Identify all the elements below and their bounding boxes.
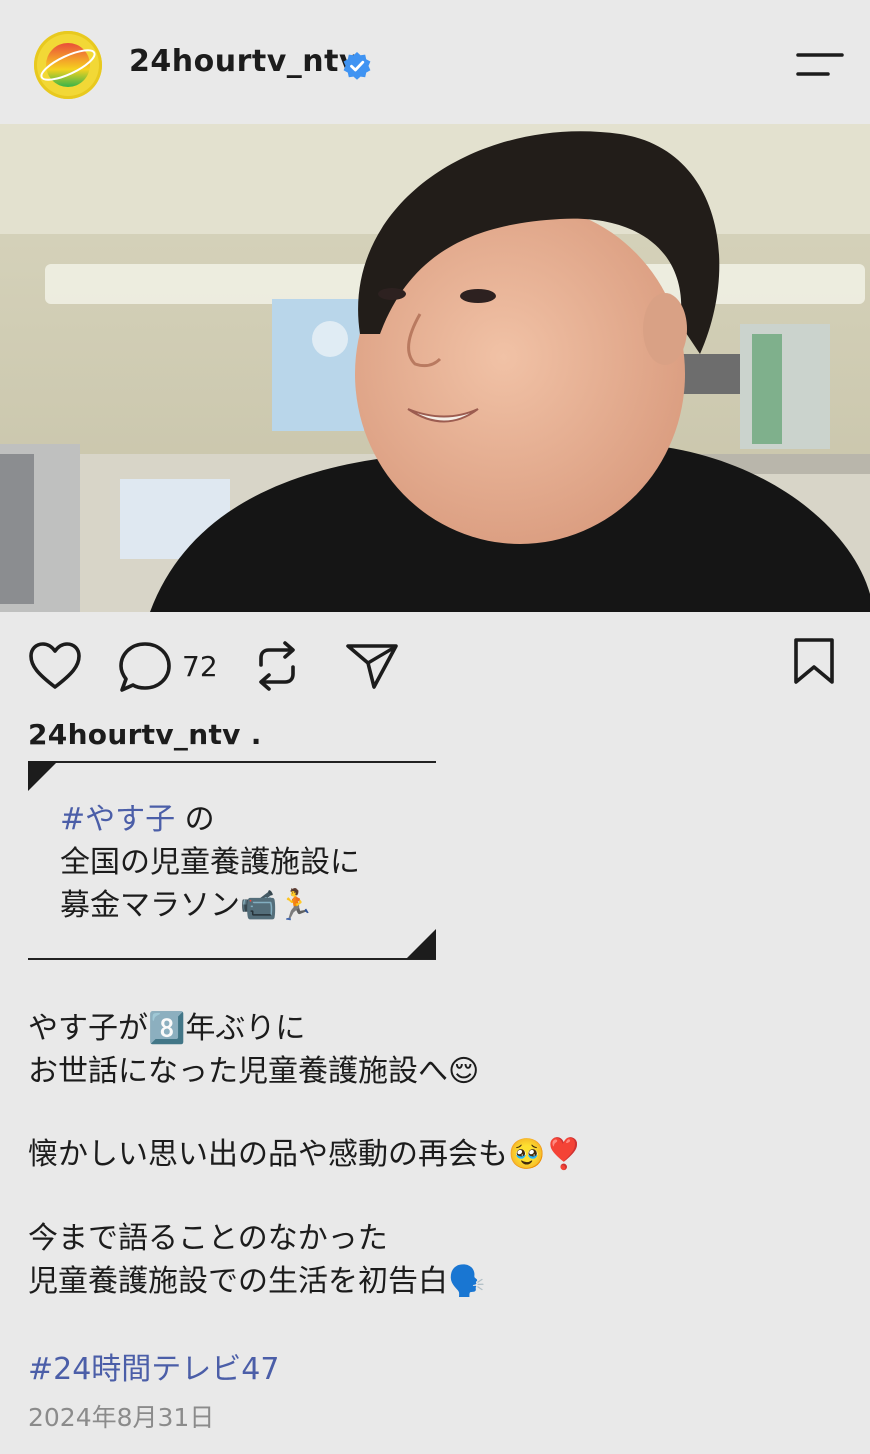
bookmark-icon[interactable]	[792, 637, 838, 687]
quote-hashtag-link[interactable]: #やす子	[60, 802, 175, 837]
caption-line: 今まで語ることのなかった	[28, 1221, 388, 1256]
hashtag-link[interactable]: #24時間テレビ47	[28, 1344, 279, 1388]
comment-count: 72	[182, 650, 218, 683]
caption-line: 懐かしい思い出の品や感動の再会も🥹❣️	[28, 1137, 583, 1172]
post-header: 24hourtv_ntv	[0, 0, 870, 124]
caption-line: お世話になった児童養護施設へ😌	[28, 1054, 480, 1089]
caption-paragraph-2: 懐かしい思い出の品や感動の再会も🥹❣️	[28, 1133, 583, 1176]
corner-triangle-top	[28, 761, 58, 791]
caption-paragraph-3: 今まで語ることのなかった 児童養護施設での生活を初告白🗣️	[28, 1217, 485, 1303]
post-image[interactable]	[0, 124, 870, 612]
person-photo	[0, 124, 870, 612]
caption-paragraph-1: やす子が8️⃣年ぶりに お世話になった児童養護施設へ😌	[28, 1007, 479, 1093]
heart-icon[interactable]	[28, 641, 82, 691]
quote-line-2: 全国の児童養護施設に	[60, 845, 360, 880]
verified-badge-icon	[343, 52, 371, 80]
quote-bottom-divider	[28, 958, 436, 960]
quote-line-3: 募金マラソン📹🏃	[60, 888, 315, 923]
caption-line: 児童養護施設での生活を初告白🗣️	[28, 1264, 486, 1299]
logo-icon	[40, 43, 96, 87]
avatar[interactable]	[34, 31, 102, 99]
repost-icon[interactable]	[252, 639, 302, 693]
caption-line: やす子が8️⃣年ぶりに	[28, 1011, 306, 1046]
caption-username[interactable]: 24hourtv_ntv .	[28, 718, 262, 751]
menu-icon[interactable]	[796, 50, 844, 82]
corner-triangle-bottom	[406, 929, 436, 959]
post-date: 2024年8月31日	[28, 1403, 215, 1432]
header-username[interactable]: 24hourtv_ntv	[129, 44, 359, 79]
quote-block: #やす子 の 全国の児童養護施設に 募金マラソン📹🏃	[60, 798, 360, 927]
quote-line-1-rest: の	[175, 802, 215, 837]
quote-line-1: #やす子 の	[60, 798, 360, 841]
send-icon[interactable]	[344, 641, 400, 691]
quote-top-divider	[28, 761, 436, 763]
comment-bubble-icon[interactable]	[118, 640, 174, 694]
